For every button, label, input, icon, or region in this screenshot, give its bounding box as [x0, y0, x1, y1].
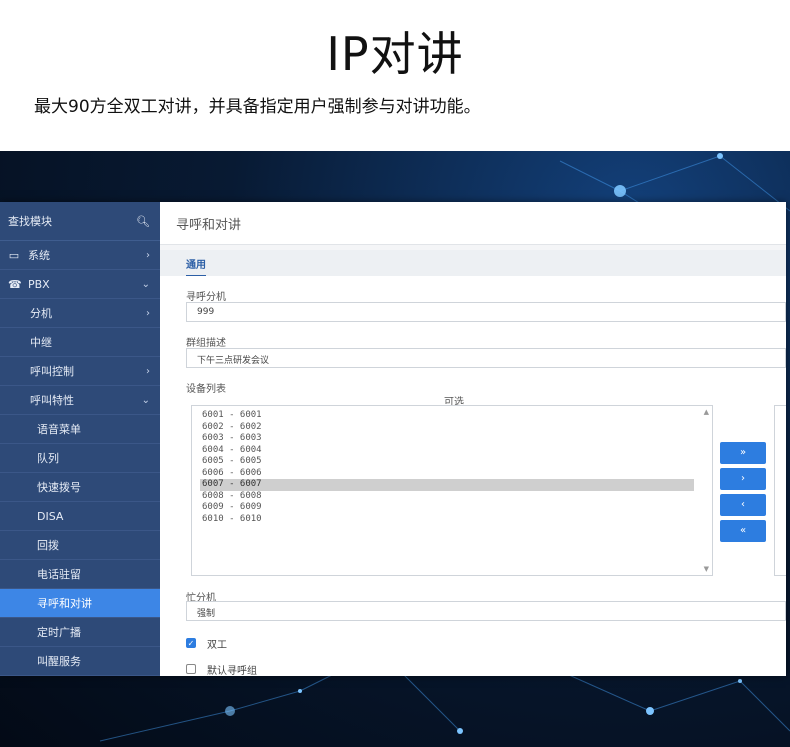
sidebar-item-label: 定时广播	[37, 626, 81, 639]
sidebar-item-content: ☎ PBX	[8, 278, 50, 291]
sidebar-item-content: 电话驻留	[37, 566, 81, 582]
sidebar-item-label: 系统	[28, 249, 50, 262]
sidebar-item-label: 队列	[37, 452, 59, 465]
device-list-label: 设备列表	[186, 384, 226, 395]
move-all-left-button[interactable]: «	[720, 520, 766, 542]
duplex-checkbox[interactable]: ✓	[186, 638, 196, 648]
search-icon[interactable]: 🔍︎	[136, 215, 150, 228]
sidebar-item-content: 中继	[30, 334, 52, 350]
sidebar-item-content: 呼叫控制	[30, 363, 74, 379]
sidebar-item-label: 呼叫特性	[30, 394, 74, 407]
sidebar-item-label: 快速拨号	[37, 481, 81, 494]
sidebar-item-11[interactable]: 电话驻留	[0, 560, 160, 589]
chevron-right-icon: ›	[146, 307, 150, 319]
sidebar-item-content: 定时广播	[37, 624, 81, 640]
sidebar-item-content: 呼叫特性	[30, 392, 74, 408]
device-option[interactable]: 6009 - 6009	[200, 502, 694, 514]
sidebar-item-label: 分机	[30, 307, 52, 320]
sidebar-item-1[interactable]: ☎ PBX ⌄	[0, 270, 160, 299]
sidebar-item-13[interactable]: 定时广播	[0, 618, 160, 647]
group-desc-input[interactable]: 下午三点研发会议	[186, 348, 786, 368]
sidebar-item-content: 快速拨号	[37, 479, 81, 495]
sidebar-item-3[interactable]: 中继	[0, 328, 160, 357]
device-option[interactable]: 6008 - 6008	[200, 491, 694, 503]
tab-general[interactable]: 通用	[186, 256, 206, 277]
sidebar-item-label: DISA	[37, 509, 64, 523]
paging-ext-input[interactable]: 999	[186, 302, 786, 322]
scroll-up-arrow-icon[interactable]: ▲	[704, 408, 709, 416]
move-right-button[interactable]: ›	[720, 468, 766, 490]
sidebar-item-content: 叫醒服务	[37, 653, 81, 669]
tab-bar: 通用	[160, 250, 786, 277]
sidebar-item-0[interactable]: ▭ 系统 ›	[0, 241, 160, 270]
sidebar-item-4[interactable]: 呼叫控制 ›	[0, 357, 160, 386]
hero-subtitle: 最大90方全双工对讲，并具备指定用户强制参与对讲功能。	[34, 97, 481, 117]
device-option[interactable]: 6002 - 6002	[200, 422, 694, 434]
main-panel: 寻呼和对讲 通用 寻呼分机 999 群组描述 下午三点研发会议 设备列表 可选 …	[160, 202, 786, 676]
sidebar-item-content: 寻呼和对讲	[37, 595, 92, 611]
move-all-right-button[interactable]: »	[720, 442, 766, 464]
sidebar-item-label: 中继	[30, 336, 52, 349]
phone-icon: ☎	[8, 277, 22, 291]
sidebar-item-7[interactable]: 队列	[0, 444, 160, 473]
paging-ext-label: 寻呼分机	[186, 292, 226, 303]
sidebar-item-content: 队列	[37, 450, 59, 466]
sidebar-item-6[interactable]: 语音菜单	[0, 415, 160, 444]
sidebar-item-12[interactable]: 寻呼和对讲	[0, 589, 160, 618]
paging-form: 寻呼分机 999 群组描述 下午三点研发会议 设备列表 可选 ▲ ▼ 6001 …	[160, 276, 786, 676]
sidebar-item-5[interactable]: 呼叫特性 ⌄	[0, 386, 160, 415]
sidebar-item-label: 叫醒服务	[37, 655, 81, 668]
module-search[interactable]: 查找模块 🔍︎	[0, 202, 160, 241]
sidebar-item-8[interactable]: 快速拨号	[0, 473, 160, 502]
device-option[interactable]: 6004 - 6004	[200, 445, 694, 457]
sidebar-item-content: ▭ 系统	[8, 247, 50, 263]
group-desc-label: 群组描述	[186, 338, 226, 349]
sidebar-item-content: 回拨	[37, 537, 59, 553]
sidebar-item-content: DISA	[37, 510, 63, 523]
device-option[interactable]: 6005 - 6005	[200, 456, 694, 468]
sidebar-item-content: 语音菜单	[37, 421, 81, 437]
app-window: 查找模块 🔍︎ ▭ 系统 › ☎ PBX ⌄ 分机 › 中继呼叫控制 › 呼叫特性 ⌄ 语音菜单队列快速…	[0, 202, 786, 676]
sidebar-item-10[interactable]: 回拨	[0, 531, 160, 560]
chevron-right-icon: ›	[146, 249, 150, 261]
chevron-down-icon: ⌄	[141, 394, 150, 406]
duplex-label: 双工	[207, 640, 227, 651]
available-devices-list[interactable]: ▲ ▼ 6001 - 6001 6002 - 6002 6003 - 6003 600…	[191, 405, 713, 576]
sidebar-item-14[interactable]: 叫醒服务	[0, 647, 160, 676]
move-left-button[interactable]: ‹	[720, 494, 766, 516]
default-group-label: 默认寻呼组	[207, 666, 257, 676]
sidebar-item-label: 寻呼和对讲	[37, 597, 92, 610]
device-option[interactable]: 6003 - 6003	[200, 433, 694, 445]
sidebar-menu: ▭ 系统 › ☎ PBX ⌄ 分机 › 中继呼叫控制 › 呼叫特性 ⌄ 语音菜单队列快速拨号 DISA 回拨…	[0, 241, 160, 676]
sidebar-item-label: 语音菜单	[37, 423, 81, 436]
monitor-icon: ▭	[8, 248, 20, 262]
device-option[interactable]: 6001 - 6001	[200, 410, 694, 422]
device-option[interactable]: 6007 - 6007	[200, 479, 694, 491]
device-option[interactable]: 6010 - 6010	[200, 514, 694, 526]
hero-title: IP对讲	[326, 27, 464, 81]
sidebar-item-9[interactable]: DISA	[0, 502, 160, 531]
sidebar: 查找模块 🔍︎ ▭ 系统 › ☎ PBX ⌄ 分机 › 中继呼叫控制 › 呼叫特性 ⌄ 语音菜单队列快速…	[0, 202, 160, 676]
module-search-label: 查找模块	[8, 215, 52, 228]
scroll-down-arrow-icon[interactable]: ▼	[704, 565, 709, 573]
device-option[interactable]: 6006 - 6006	[200, 468, 694, 480]
sidebar-item-label: 呼叫控制	[30, 365, 74, 378]
selected-devices-list[interactable]	[774, 405, 786, 576]
busy-ext-select[interactable]: 强制	[186, 601, 786, 621]
default-group-checkbox[interactable]	[186, 664, 196, 674]
chevron-right-icon: ›	[146, 365, 150, 377]
sidebar-item-content: 分机	[30, 305, 52, 321]
sidebar-item-label: PBX	[28, 277, 50, 291]
chevron-down-icon: ⌄	[141, 278, 150, 290]
sidebar-item-label: 电话驻留	[37, 568, 81, 581]
sidebar-item-2[interactable]: 分机 ›	[0, 299, 160, 328]
sidebar-item-label: 回拨	[37, 539, 59, 552]
page-title: 寻呼和对讲	[160, 202, 786, 245]
